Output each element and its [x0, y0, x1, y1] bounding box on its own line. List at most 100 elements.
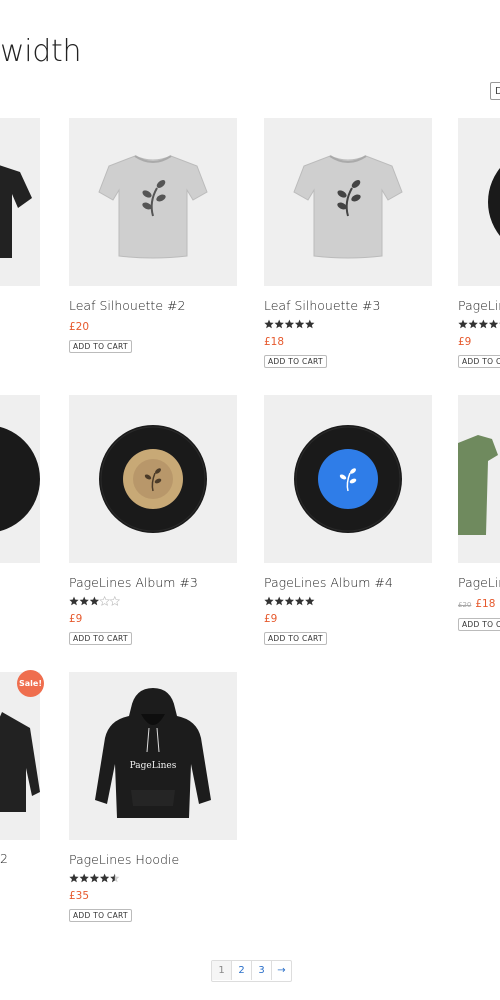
product-card[interactable]: PageLines Album #3 £9 ADD TO CART [69, 395, 237, 645]
product-card[interactable]: Leaf Silhouette #3 £18 ADD TO CART [264, 118, 432, 368]
price-value: £20 [69, 321, 90, 333]
pagination: 1 2 3 → [211, 960, 292, 982]
price-value: £9 [69, 613, 83, 625]
product-price: £20 £18 [458, 598, 500, 611]
product-title[interactable]: Leaf Silhouette #3 [264, 297, 432, 314]
star-rating [69, 873, 237, 883]
product-image[interactable]: PageLines [69, 672, 237, 840]
tshirt-leaf-image [98, 155, 208, 259]
star-icon-filled [69, 873, 79, 883]
product-image[interactable] [458, 395, 500, 563]
stars-svg [264, 596, 315, 606]
stars-svg [69, 596, 121, 606]
star-rating [458, 319, 500, 329]
product-card[interactable]: Leaf Silhouette #2 £20 ADD TO CART [69, 118, 237, 353]
product-card-partial-left-2[interactable] [0, 395, 40, 563]
star-icon-filled [264, 596, 274, 606]
product-price: £9 [69, 613, 237, 625]
star-icon-filled [305, 319, 315, 329]
star-icon-filled [284, 319, 294, 329]
star-icon-empty [99, 596, 110, 606]
next-page-arrow-icon[interactable]: → [272, 961, 291, 980]
product-image[interactable] [69, 395, 237, 563]
stars-svg [69, 873, 120, 883]
product-title-partial[interactable]: 2 [0, 851, 8, 866]
vinyl-record-image [294, 425, 402, 533]
stars-svg [264, 319, 315, 329]
product-title[interactable]: PageLines Hoodie [69, 851, 237, 868]
product-price: £20 [69, 321, 237, 333]
star-icon-filled [100, 873, 110, 883]
star-rating [69, 596, 237, 606]
add-to-cart-button[interactable]: ADD TO CART [264, 632, 327, 645]
price-value: £9 [264, 613, 278, 625]
product-image[interactable] [0, 395, 40, 563]
hoodie-image [0, 712, 40, 812]
product-title[interactable]: PageLine [458, 574, 500, 591]
star-icon-filled [274, 596, 284, 606]
product-price: £9 [458, 336, 500, 348]
tshirt-green-image [458, 435, 498, 535]
product-image[interactable] [264, 395, 432, 563]
star-icon-filled [458, 319, 468, 329]
product-card[interactable]: PageLines PageLines Hoodie £35 ADD TO CA… [69, 672, 237, 922]
shop-page: width D Leaf Silhouette #2 [0, 0, 500, 1000]
price-value: £18 [475, 598, 496, 610]
tshirt-leaf-image [293, 155, 403, 259]
add-to-cart-button[interactable]: ADD TO CA [458, 618, 500, 631]
price-value: £35 [69, 890, 90, 902]
add-to-cart-button[interactable]: ADD TO CART [69, 340, 132, 353]
star-icon-filled [89, 873, 99, 883]
star-icon-filled [478, 319, 488, 329]
product-title[interactable]: PageLines Album #3 [69, 574, 237, 591]
product-card[interactable]: PageLines Album #4 £9 ADD TO CART [264, 395, 432, 645]
price-value: £18 [264, 336, 285, 348]
star-icon-filled [274, 319, 284, 329]
page-title: width [0, 34, 82, 69]
product-image[interactable] [458, 118, 500, 286]
add-to-cart-button[interactable]: ADD TO CART [69, 909, 132, 922]
hoodie-brand-text: PageLines [130, 761, 177, 771]
star-icon-filled [489, 319, 499, 329]
product-card-partial-left-1[interactable] [0, 118, 40, 286]
hoodie-image: PageLines [95, 688, 211, 818]
product-card[interactable]: PageLines £9 ADD TO CA [458, 118, 500, 368]
product-price: £18 [264, 336, 432, 348]
star-rating [264, 596, 432, 606]
product-title[interactable]: Leaf Silhouette #2 [69, 297, 237, 314]
product-price: £9 [264, 613, 432, 625]
star-icon-empty [109, 596, 121, 606]
product-image[interactable] [0, 672, 40, 840]
star-icon-filled [264, 319, 274, 329]
product-image[interactable] [264, 118, 432, 286]
add-to-cart-button[interactable]: ADD TO CA [458, 355, 500, 368]
vinyl-record-image [99, 425, 207, 533]
star-rating [264, 319, 432, 329]
star-icon-filled [79, 596, 89, 606]
product-card-partial-left-3[interactable] [0, 672, 40, 840]
product-price: £35 [69, 890, 237, 902]
sort-select[interactable]: D [490, 82, 500, 100]
product-title[interactable]: PageLines [458, 297, 500, 314]
star-icon-filled [284, 596, 294, 606]
add-to-cart-button[interactable]: ADD TO CART [264, 355, 327, 368]
page-2-link[interactable]: 2 [232, 961, 252, 980]
old-price: £20 [458, 601, 472, 609]
star-icon-filled [79, 873, 89, 883]
page-1-link[interactable]: 1 [212, 961, 232, 980]
vinyl-record-image [0, 426, 40, 532]
product-card[interactable]: PageLine £20£18 ADD TO CA [458, 395, 500, 631]
price-value: £9 [458, 336, 472, 348]
page-3-link[interactable]: 3 [252, 961, 272, 980]
star-icon-filled [89, 596, 99, 606]
star-icon-filled [468, 319, 478, 329]
star-icon-filled [69, 596, 79, 606]
product-image[interactable] [0, 118, 40, 286]
star-icon-filled [295, 596, 305, 606]
product-image[interactable] [69, 118, 237, 286]
product-title[interactable]: PageLines Album #4 [264, 574, 432, 591]
sale-badge: Sale! [17, 670, 44, 697]
stars-svg [458, 319, 500, 329]
add-to-cart-button[interactable]: ADD TO CART [69, 632, 132, 645]
star-icon-filled [305, 596, 315, 606]
